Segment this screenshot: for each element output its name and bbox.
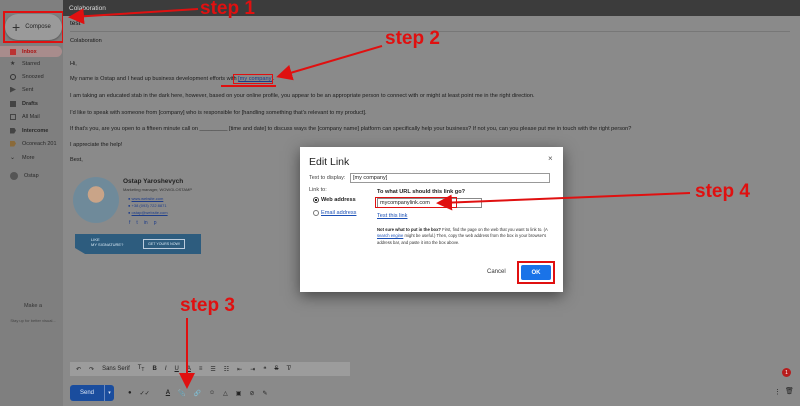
step2-arrow [276, 45, 383, 81]
step4-arrow [436, 192, 691, 211]
step1-arrow [68, 8, 199, 25]
annotation-arrows [68, 8, 691, 389]
